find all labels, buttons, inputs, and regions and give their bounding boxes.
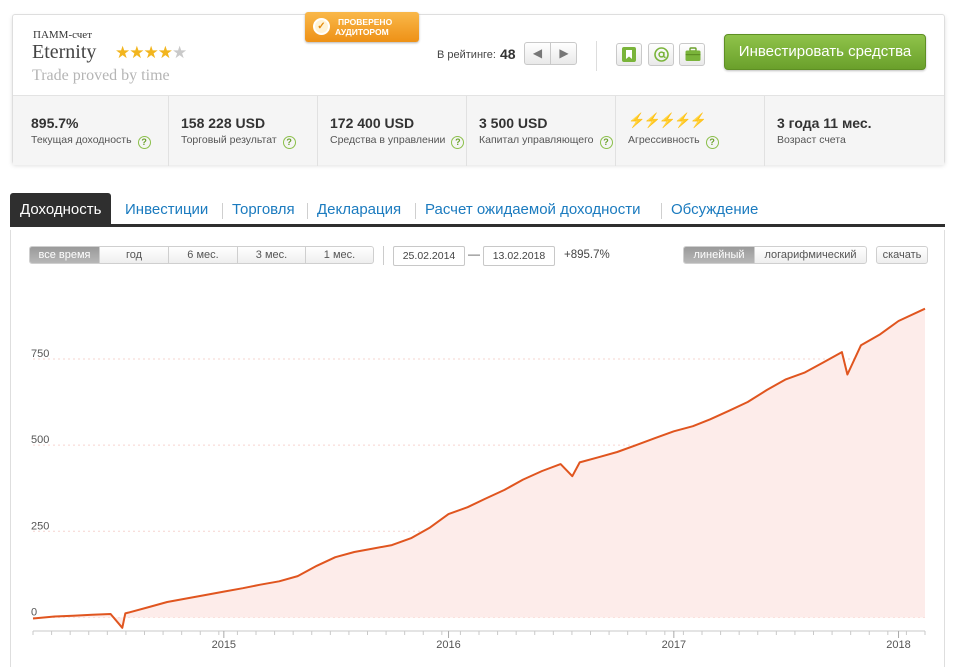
- rating-label: В рейтинге:: [437, 49, 496, 61]
- account-type: ПАММ-счет: [33, 29, 92, 41]
- tab-divider: [307, 203, 308, 219]
- stat-value: 172 400 USD: [330, 115, 415, 131]
- account-tabs: Доходность Инвестиции Торговля Деклараци…: [10, 193, 945, 227]
- stat-label: Капитал управляющего?: [479, 134, 613, 149]
- audited-badge-line2: АУДИТОРОМ: [335, 27, 389, 37]
- help-icon[interactable]: ?: [137, 136, 151, 149]
- returns-chart-panel: 0 250 500 750 2015 2016 2017 2018 все время год…: [10, 230, 945, 667]
- range-return: +895.7%: [564, 249, 610, 261]
- stat-funds-under-management: 172 400 USD Средства в управлении?: [317, 96, 466, 166]
- stat-label-text: Агрессивность: [628, 134, 700, 146]
- stat-label-text: Капитал управляющего: [479, 134, 594, 146]
- email-icon: [654, 47, 669, 62]
- stat-value: 158 228 USD: [181, 115, 266, 131]
- lightning-icon: ⚡: [658, 112, 676, 128]
- stat-label: Возраст счета: [777, 134, 846, 146]
- download-button[interactable]: скачать: [876, 246, 928, 264]
- x-tick-label: 2016: [436, 639, 460, 651]
- x-tick-label: 2017: [662, 639, 686, 651]
- next-arrow-icon[interactable]: ▶: [551, 43, 577, 64]
- rating-pager: ◀ ▶: [524, 42, 577, 65]
- stat-label-text: Текущая доходность: [31, 134, 132, 146]
- star-empty-icon: ★: [172, 43, 187, 62]
- rating-stars: ★★★★★: [115, 43, 187, 63]
- period-6-months[interactable]: 6 мес.: [168, 247, 237, 263]
- tab-expected-return[interactable]: Расчет ожидаемой доходности: [425, 193, 641, 224]
- audited-badge[interactable]: ✓ ПРОВЕРЕНО АУДИТОРОМ: [305, 12, 419, 42]
- period-all-time[interactable]: все время: [30, 247, 99, 263]
- stat-label: Средства в управлении?: [330, 134, 465, 149]
- star-filled-icon: ★: [143, 43, 159, 62]
- account-stats-bar: 895.7% Текущая доходность? 158 228 USD Т…: [13, 95, 944, 166]
- bookmark-button[interactable]: [616, 43, 642, 66]
- aggressiveness-meter: ⚡⚡⚡⚡⚡: [628, 112, 707, 129]
- star-filled-icon: ★: [115, 43, 130, 62]
- x-tick-label: 2015: [212, 639, 236, 651]
- scale-selector: линейный логарифмический: [683, 246, 867, 264]
- help-icon[interactable]: ?: [282, 136, 296, 149]
- tab-divider: [661, 203, 662, 219]
- lightning-icon: ⚡: [689, 112, 707, 128]
- stat-trading-result: 158 228 USD Торговый результат?: [168, 96, 317, 166]
- bookmark-icon: [622, 47, 636, 62]
- scale-logarithmic[interactable]: логарифмический: [754, 247, 866, 263]
- portfolio-button[interactable]: [679, 43, 705, 66]
- divider: [383, 246, 384, 265]
- help-icon[interactable]: ?: [705, 136, 719, 149]
- briefcase-icon: [685, 47, 701, 61]
- tab-divider: [415, 203, 416, 219]
- audited-badge-line1: ПРОВЕРЕНО: [338, 17, 393, 27]
- lightning-icon: ⚡: [628, 112, 645, 128]
- period-1-month[interactable]: 1 мес.: [305, 247, 373, 263]
- help-icon[interactable]: ?: [599, 136, 613, 149]
- tab-trading[interactable]: Торговля: [232, 193, 295, 224]
- lightning-icon: ⚡: [643, 112, 660, 128]
- stat-value: 895.7%: [31, 115, 79, 131]
- stat-value: 3 года 11 мес.: [777, 115, 872, 131]
- stat-current-return: 895.7% Текущая доходность?: [31, 96, 173, 166]
- star-filled-icon: ★: [157, 43, 173, 62]
- stat-label-text: Торговый результат: [181, 134, 277, 146]
- y-tick-label: 500: [31, 434, 49, 446]
- stat-label-text: Средства в управлении: [330, 134, 446, 146]
- tab-divider: [222, 203, 223, 219]
- stat-label: Агрессивность?: [628, 134, 719, 149]
- y-tick-label: 250: [31, 520, 49, 532]
- divider: [596, 41, 597, 71]
- x-tick-label: 2018: [886, 639, 910, 651]
- period-selector: все время год 6 мес. 3 мес. 1 мес.: [29, 246, 374, 264]
- medal-icon: ✓: [313, 18, 330, 35]
- date-from-input[interactable]: [393, 246, 465, 266]
- period-year[interactable]: год: [99, 247, 168, 263]
- account-slogan: Trade proved by time: [32, 67, 170, 84]
- scale-linear[interactable]: линейный: [684, 247, 754, 263]
- email-button[interactable]: [648, 43, 674, 66]
- star-filled-icon: ★: [129, 43, 144, 62]
- date-range-dash: —: [468, 247, 480, 261]
- tab-returns[interactable]: Доходность: [10, 193, 112, 224]
- lightning-icon: ⚡: [674, 112, 691, 128]
- tab-investments[interactable]: Инвестиции: [125, 193, 208, 224]
- rating-value: 48: [500, 46, 516, 62]
- account-header-card: ПАММ-счет Eternity ★★★★★ Trade proved by…: [12, 12, 945, 166]
- stat-label: Текущая доходность?: [31, 134, 151, 149]
- prev-arrow-icon[interactable]: ◀: [525, 43, 551, 64]
- y-tick-label: 0: [31, 606, 37, 618]
- tab-discussion[interactable]: Обсуждение: [671, 193, 758, 224]
- stat-account-age: 3 года 11 мес. Возраст счета: [764, 96, 944, 166]
- account-header-top: ПАММ-счет Eternity ★★★★★ Trade proved by…: [13, 12, 944, 95]
- period-3-months[interactable]: 3 мес.: [237, 247, 305, 263]
- tab-declaration[interactable]: Декларация: [317, 193, 401, 224]
- returns-area: [33, 308, 925, 628]
- returns-chart: 0 250 500 750 2015 2016 2017 2018: [31, 307, 926, 651]
- date-to-input[interactable]: [483, 246, 555, 266]
- stat-value: 3 500 USD: [479, 115, 548, 131]
- help-icon[interactable]: ?: [451, 136, 465, 149]
- stat-label: Торговый результат?: [181, 134, 296, 149]
- y-tick-label: 750: [31, 348, 49, 360]
- stat-manager-capital: 3 500 USD Капитал управляющего?: [466, 96, 615, 166]
- stat-aggressiveness: ⚡⚡⚡⚡⚡ Агрессивность?: [615, 96, 764, 166]
- account-name: Eternity: [32, 41, 97, 63]
- invest-button[interactable]: Инвестировать средства: [724, 34, 926, 70]
